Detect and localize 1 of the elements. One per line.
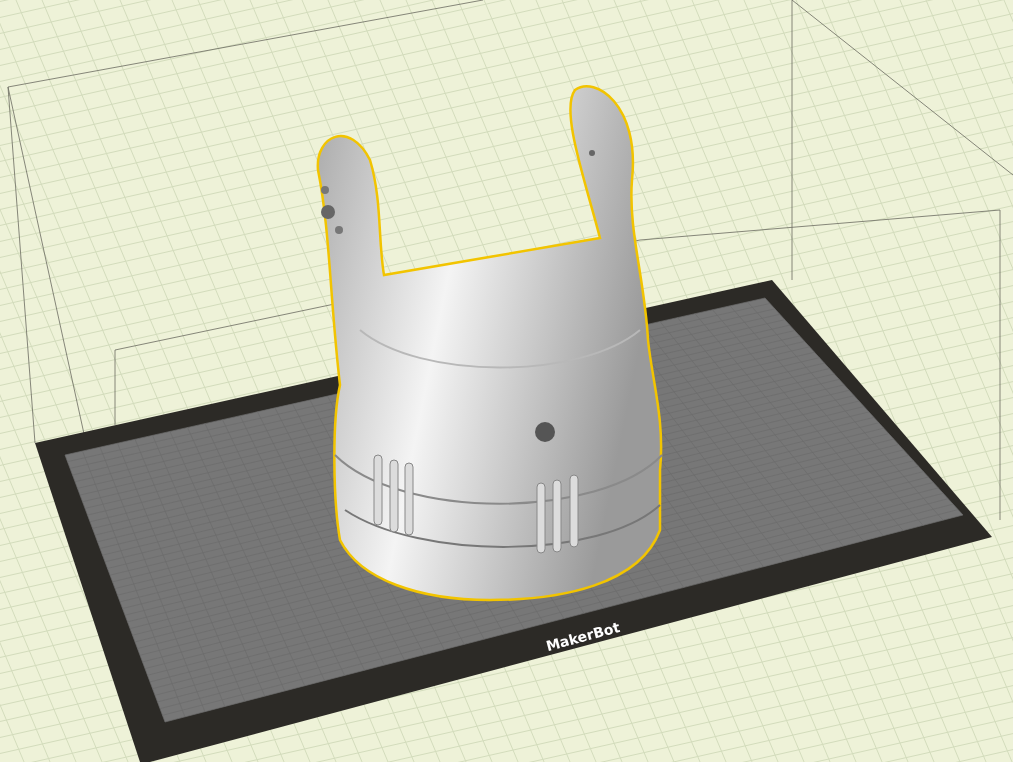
printed-part-model[interactable]: [316, 85, 663, 602]
